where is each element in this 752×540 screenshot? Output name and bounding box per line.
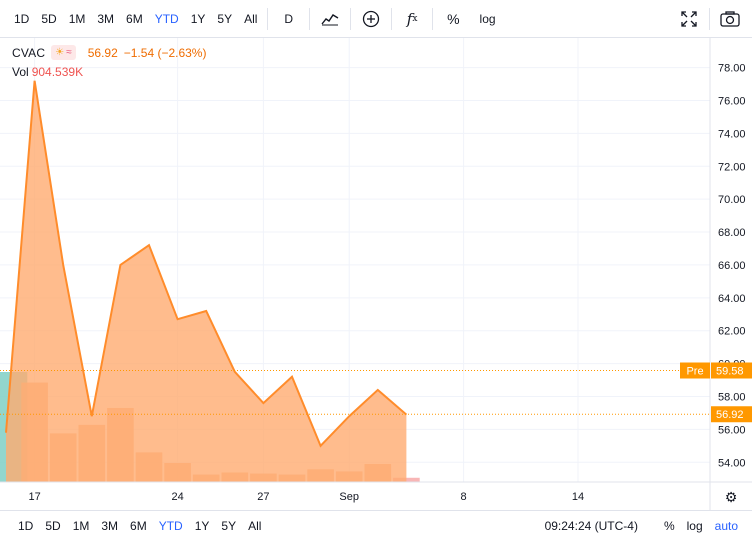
y-tick-label: 56.00 [718, 424, 746, 436]
toolbar-divider [709, 8, 710, 30]
y-tick-label: 74.00 [718, 128, 746, 140]
chart-legend: CVAC ☀ ≈ 56.92 −1.54 (−2.63%) [12, 45, 206, 60]
y-tick-label: 72.00 [718, 161, 746, 173]
fullscreen-icon[interactable] [673, 0, 705, 38]
bottom-range-6m[interactable]: 6M [124, 511, 153, 540]
bottom-range-ytd[interactable]: YTD [153, 511, 189, 540]
toolbar-divider [391, 7, 393, 30]
log-button[interactable]: log [470, 0, 506, 38]
y-tick-label: 64.00 [718, 293, 746, 305]
toolbar-divider [309, 7, 311, 30]
volume-label: Vol [12, 65, 29, 79]
compare-add-icon[interactable] [355, 0, 387, 38]
last-price-text: 56.92 [716, 409, 744, 421]
bottom-range-1m[interactable]: 1M [67, 511, 96, 540]
bottom-range-3m[interactable]: 3M [95, 511, 124, 540]
y-tick-label: 54.00 [718, 457, 746, 469]
volume-value: 904.539K [31, 65, 84, 79]
y-tick-label: 76.00 [718, 95, 746, 107]
bottom-toolbar: 1D 5D 1M 3M 6M YTD 1Y 5Y All 09:24:24 (UTC-4) % … [0, 510, 752, 540]
sun-icon: ☀ [55, 47, 65, 58]
toolbar-divider [432, 7, 434, 30]
wave-icon: ≈ [66, 47, 72, 58]
y-tick-label: 58.00 [718, 391, 746, 403]
interval-button[interactable]: D [272, 0, 305, 38]
bottom-range-all[interactable]: All [242, 511, 267, 540]
toolbar-right [673, 0, 752, 38]
x-tick-label: 24 [171, 491, 183, 503]
x-tick-label: 8 [461, 491, 467, 503]
pre-value-text: 59.58 [716, 366, 744, 378]
symbol-label: CVAC [12, 45, 46, 60]
y-tick-label: 62.00 [718, 326, 746, 338]
price-change: −1.54 (−2.63%) [123, 45, 207, 60]
x-tick-label: 17 [28, 491, 40, 503]
top-range-5d[interactable]: 5D [35, 0, 62, 38]
bottom-range-1y[interactable]: 1Y [189, 511, 216, 540]
y-tick-label: 70.00 [718, 194, 746, 206]
last-price: 56.92 [87, 45, 118, 60]
toolbar-divider [350, 7, 352, 30]
market-status-badge: ☀ ≈ [51, 45, 76, 60]
bottom-log-button[interactable]: log [681, 519, 709, 533]
volume-legend: Vol 904.539K [12, 65, 83, 79]
top-range-3m[interactable]: 3M [91, 0, 120, 38]
top-range-ytd[interactable]: YTD [149, 0, 185, 38]
y-tick-label: 78.00 [718, 63, 746, 75]
x-tick-label: 14 [572, 491, 584, 503]
top-toolbar: 1D 5D 1M 3M 6M YTD 1Y 5Y All D fx % log [0, 0, 752, 38]
top-range-all[interactable]: All [238, 0, 263, 38]
range-selector: 1D 5D 1M 3M 6M YTD 1Y 5Y All [0, 0, 263, 38]
bottom-range-1d[interactable]: 1D [12, 511, 39, 540]
clock-time: 09:24:24 (UTC-4) [544, 519, 638, 533]
bottom-percent-button[interactable]: % [658, 519, 681, 533]
bottom-auto-button[interactable]: auto [709, 519, 744, 533]
price-chart[interactable]: 54.0056.0058.0060.0062.0064.0066.0068.00… [0, 38, 752, 510]
indicators-fx-icon[interactable]: fx [396, 0, 428, 38]
pre-label-text: Pre [686, 366, 703, 378]
y-tick-label: 68.00 [718, 227, 746, 239]
top-range-5y[interactable]: 5Y [211, 0, 238, 38]
y-tick-label: 66.00 [718, 260, 746, 272]
bottom-right-controls: 09:24:24 (UTC-4) % log auto [539, 511, 744, 540]
camera-snapshot-icon[interactable] [714, 0, 746, 38]
x-tick-label: Sep [339, 491, 359, 503]
top-range-1y[interactable]: 1Y [185, 0, 212, 38]
bottom-range-5y[interactable]: 5Y [215, 511, 242, 540]
top-range-6m[interactable]: 6M [120, 0, 149, 38]
toolbar-divider [267, 7, 269, 30]
top-range-1m[interactable]: 1M [63, 0, 92, 38]
percent-button[interactable]: % [437, 0, 469, 38]
settings-gear-icon[interactable]: ⚙ [725, 490, 738, 506]
top-range-1d[interactable]: 1D [8, 0, 35, 38]
bottom-range-selector: 1D 5D 1M 3M 6M YTD 1Y 5Y All [0, 511, 267, 540]
x-tick-label: 27 [257, 491, 269, 503]
chart-type-icon[interactable] [314, 0, 346, 38]
bottom-range-5d[interactable]: 5D [39, 511, 66, 540]
